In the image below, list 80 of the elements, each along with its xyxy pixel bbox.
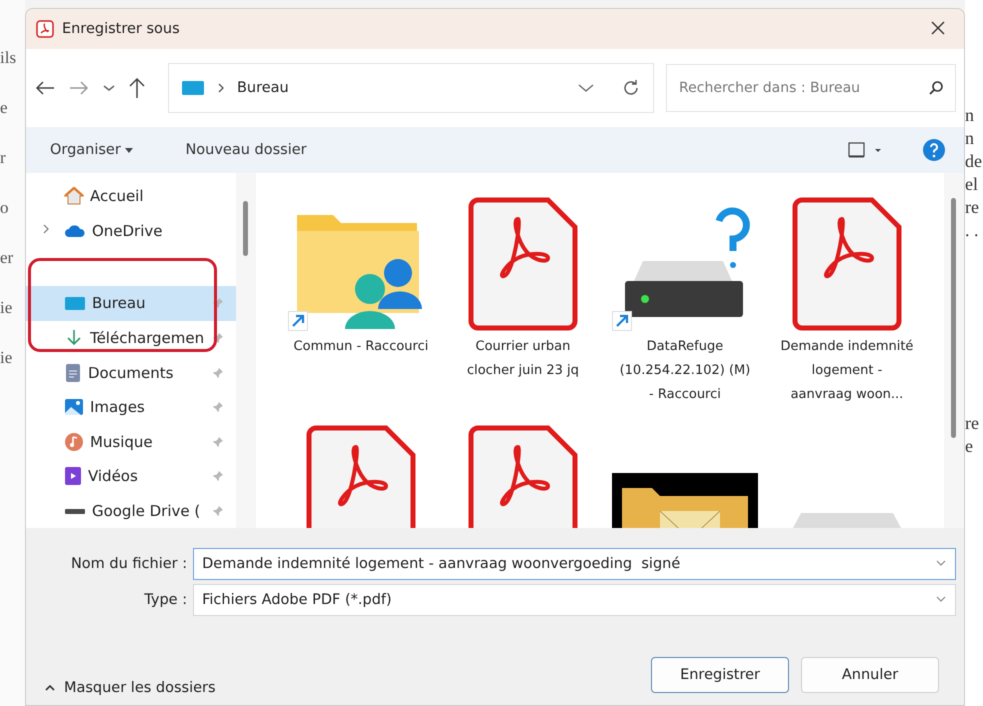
- window-title: Enregistrer sous: [62, 21, 181, 37]
- file-name: Commun - Raccourci: [292, 338, 429, 356]
- chevron-down-icon[interactable]: [102, 83, 116, 93]
- music-icon: [64, 432, 84, 452]
- chevron-right-icon: [216, 82, 225, 94]
- background-text: e: [965, 436, 974, 457]
- file-item[interactable]: Commun - Raccourci: [286, 191, 436, 407]
- background-text: er: [0, 248, 14, 268]
- view-mode-icon[interactable]: [848, 142, 882, 158]
- cloud-icon: [64, 224, 86, 238]
- up-arrow-icon[interactable]: [128, 77, 146, 99]
- type-dropdown[interactable]: Fichiers Adobe PDF (*.pdf): [193, 584, 956, 616]
- dialog-button[interactable]: Annuler: [801, 657, 940, 693]
- background-text: re: [965, 197, 980, 218]
- new-folder-button[interactable]: Nouveau dossier: [179, 138, 313, 162]
- document-icon: [64, 362, 82, 383]
- pin-icon: [212, 470, 224, 482]
- pin-icon: [212, 504, 224, 517]
- background-text: n: [965, 105, 976, 126]
- search-field[interactable]: Rechercher dans : Bureau: [666, 64, 956, 112]
- sidebar-item[interactable]: Musique: [26, 424, 236, 459]
- hide-folders-button[interactable]: Masquer les dossiers: [38, 679, 222, 697]
- pin-icon: [212, 366, 224, 379]
- search-icon: [928, 80, 944, 96]
- chevron-down-icon[interactable]: [577, 82, 596, 94]
- dropdown-chevron-icon[interactable]: [936, 560, 946, 567]
- background-text: ie: [0, 348, 14, 368]
- dialog-button[interactable]: Enregistrer: [651, 657, 790, 693]
- help-icon[interactable]: [922, 138, 946, 162]
- close-icon: [930, 20, 946, 36]
- picture-icon: [64, 398, 84, 416]
- file-item[interactable]: DataRefuge (10.254.22.102) (M) - Raccourci: [610, 191, 760, 407]
- file-name: DataRefuge (10.254.22.102) (M) - Raccourci: [618, 338, 752, 404]
- sidebar-item[interactable]: Documents: [26, 355, 236, 390]
- pin-icon: [212, 436, 224, 448]
- filename-field[interactable]: Demande indemnité logement - aanvraag woonvergoeding signé: [193, 548, 956, 580]
- pdf-file-icon: [792, 197, 902, 331]
- pin-icon: [212, 332, 224, 344]
- dropdown-chevron-icon[interactable]: [936, 596, 946, 603]
- sidebar-item[interactable]: Vidéos: [26, 458, 236, 494]
- film-icon: [64, 466, 82, 486]
- background-text: re: [965, 413, 980, 434]
- file-item[interactable]: Demande indemnité logement - aanvraag woon...: [772, 191, 922, 407]
- filename-label: Nom du fichier :: [70, 556, 188, 572]
- pdf-app-icon: [36, 20, 54, 38]
- pdf-file-icon: [468, 197, 578, 331]
- back-arrow-icon[interactable]: [34, 80, 56, 96]
- background-text: de: [965, 151, 983, 172]
- file-name: Courrier urban clocher juin 23 jq: [466, 338, 580, 380]
- background-text: ils: [0, 48, 18, 68]
- sidebar-item[interactable]: Google Drive (: [26, 494, 236, 528]
- sidebar-item[interactable]: Bureau: [26, 286, 236, 321]
- type-label: Type :: [143, 592, 188, 608]
- house-icon: [64, 187, 84, 206]
- file-item[interactable]: Courrier urban clocher juin 23 jq: [448, 191, 598, 407]
- background-text: e: [0, 98, 9, 118]
- desktop-icon: [180, 80, 205, 96]
- background-text: r: [0, 148, 7, 168]
- background-text: o: [0, 198, 10, 218]
- organize-button[interactable]: Organiser: [44, 138, 140, 162]
- address-bar[interactable]: Bureau: [168, 63, 654, 113]
- pin-icon: [212, 401, 224, 414]
- expand-chevron-icon[interactable]: [42, 223, 50, 236]
- sidebar-item[interactable]: OneDrive: [26, 214, 236, 248]
- pin-icon: [212, 297, 224, 310]
- background-text: el: [965, 174, 980, 195]
- file-name: Demande indemnité logement - aanvraag woon...: [779, 338, 914, 404]
- background-text: ie: [0, 298, 14, 318]
- desktop-icon: [64, 295, 86, 312]
- background-text: . .: [965, 220, 980, 241]
- scrollbar-thumb[interactable]: [242, 201, 248, 256]
- forward-arrow-icon[interactable]: [68, 80, 90, 96]
- sidebar-item[interactable]: Téléchargemen: [26, 320, 236, 356]
- address-path: Bureau: [236, 80, 290, 96]
- sidebar-item[interactable]: Accueil: [26, 179, 236, 214]
- chevron-up-icon: [44, 684, 56, 692]
- sidebar-item[interactable]: Images: [26, 390, 236, 424]
- caret-icon: [125, 148, 134, 154]
- background-text: n: [965, 128, 976, 149]
- scrollbar-thumb[interactable]: [951, 198, 956, 438]
